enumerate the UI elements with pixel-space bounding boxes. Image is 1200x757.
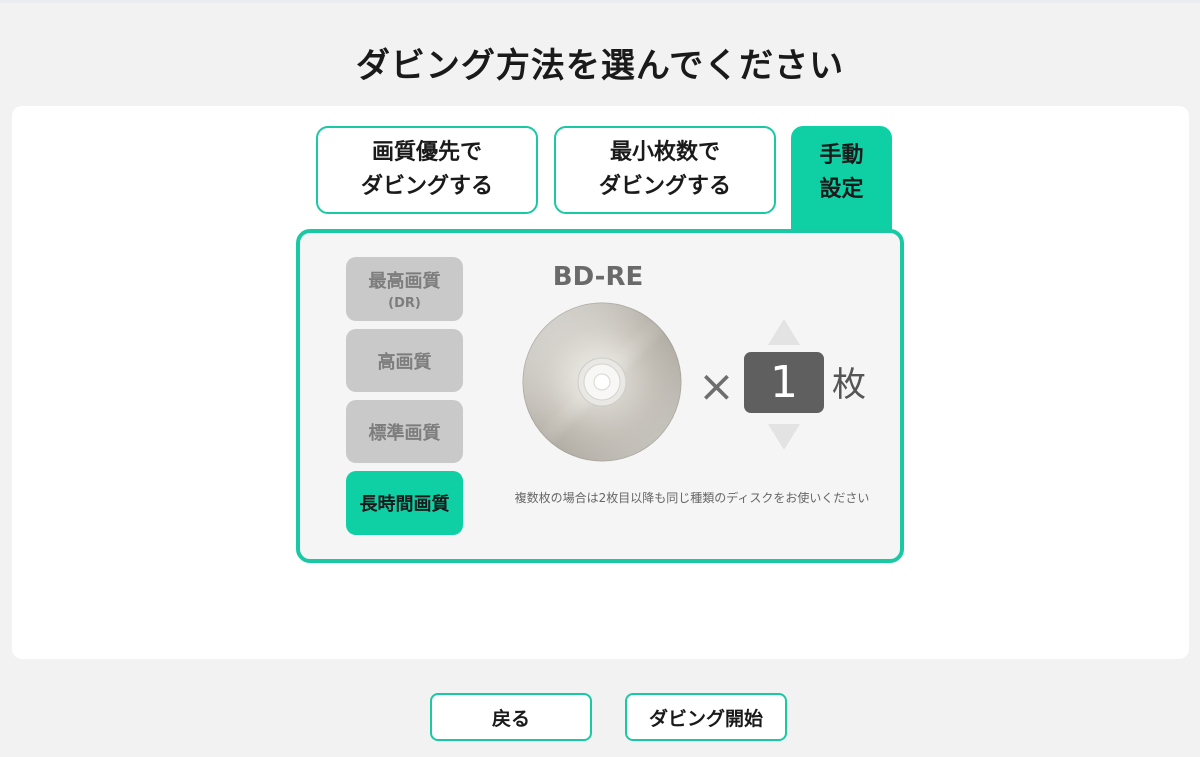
disc-count-unit: 枚 xyxy=(832,365,866,405)
quality-option-high[interactable]: 高画質 xyxy=(346,329,463,392)
multiply-sign: × xyxy=(698,361,735,412)
quality-option-sublabel: (DR) xyxy=(388,296,421,311)
quality-option-standard[interactable]: 標準画質 xyxy=(346,400,463,463)
start-dubbing-button[interactable]: ダビング開始 xyxy=(625,693,787,741)
quality-option-long-play[interactable]: 長時間画質 xyxy=(346,471,463,535)
count-decrease-button[interactable] xyxy=(768,424,800,450)
tab-manual-settings[interactable]: 手動 設定 xyxy=(791,126,892,234)
manual-label-line1: 手動 xyxy=(819,143,864,168)
disc-icon xyxy=(522,302,682,462)
disc-count-value: 1 xyxy=(744,352,824,413)
min-discs-label-line1: 最小枚数で xyxy=(609,140,720,165)
min-discs-dubbing-button[interactable]: 最小枚数で ダビングする xyxy=(554,126,776,214)
quality-first-dubbing-button[interactable]: 画質優先で ダビングする xyxy=(316,126,538,214)
manual-label-line2: 設定 xyxy=(819,177,864,202)
quality-option-label: 高画質 xyxy=(377,351,432,373)
back-button[interactable]: 戻る xyxy=(430,693,592,741)
page-title: ダビング方法を選んでください xyxy=(355,46,845,86)
quality-option-label: 最高画質 xyxy=(368,271,441,292)
top-divider xyxy=(0,0,1200,3)
disc-count-text: 1 xyxy=(770,357,798,408)
count-increase-button[interactable] xyxy=(768,319,800,345)
multi-disc-note: 複数枚の場合は2枚目以降も同じ種類のディスクをお使いください xyxy=(514,491,870,505)
quality-option-label: 長時間画質 xyxy=(359,494,450,515)
disc-type-label: BD-RE xyxy=(552,262,644,292)
min-discs-label-line2: ダビングする xyxy=(598,174,731,199)
quality-option-highest[interactable]: 最高画質 (DR) xyxy=(346,257,463,321)
quality-option-label: 標準画質 xyxy=(368,422,441,444)
quality-first-label-line1: 画質優先で xyxy=(371,140,482,165)
quality-first-label-line2: ダビングする xyxy=(360,174,493,199)
